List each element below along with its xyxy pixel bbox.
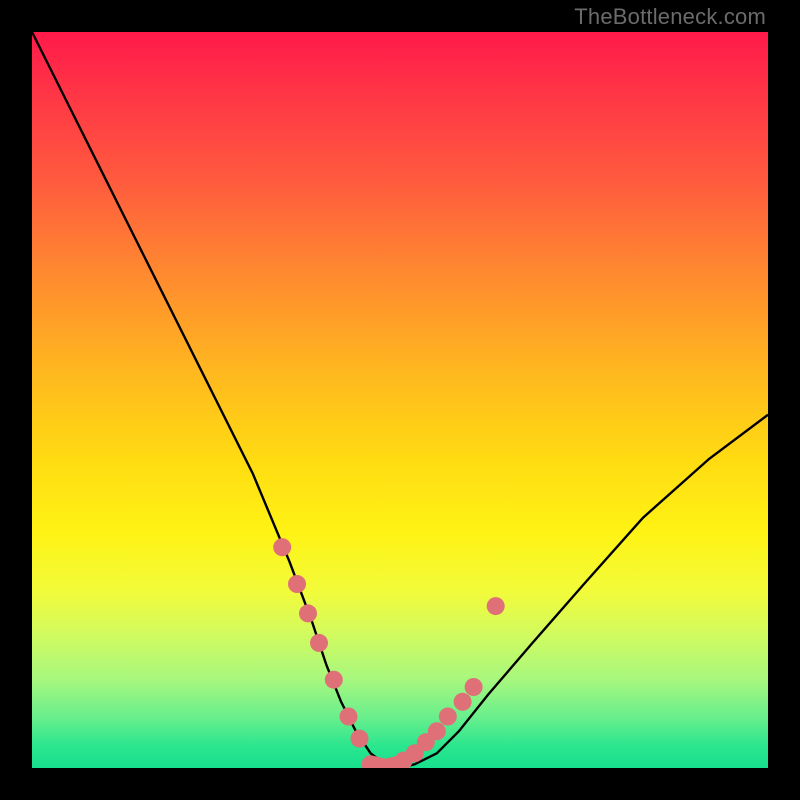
marker-dot	[487, 597, 505, 615]
plot-area	[32, 32, 768, 768]
marker-dot	[428, 722, 446, 740]
bottleneck-curve	[32, 32, 768, 768]
marker-dot	[454, 693, 472, 711]
marker-dot	[288, 575, 306, 593]
curve-layer	[32, 32, 768, 768]
marker-dot	[351, 730, 369, 748]
marker-dot	[273, 538, 291, 556]
marker-dot	[340, 708, 358, 726]
marker-dot	[465, 678, 483, 696]
watermark-text: TheBottleneck.com	[574, 4, 766, 30]
marker-dot	[310, 634, 328, 652]
marker-dot	[439, 708, 457, 726]
markers-left-branch	[273, 538, 368, 747]
curve-path	[32, 32, 768, 768]
chart-frame: TheBottleneck.com	[0, 0, 800, 800]
marker-dot	[299, 604, 317, 622]
plateau-stroke	[371, 764, 400, 768]
marker-dot	[325, 671, 343, 689]
plateau-band	[371, 764, 400, 768]
markers-right-branch	[395, 597, 505, 768]
